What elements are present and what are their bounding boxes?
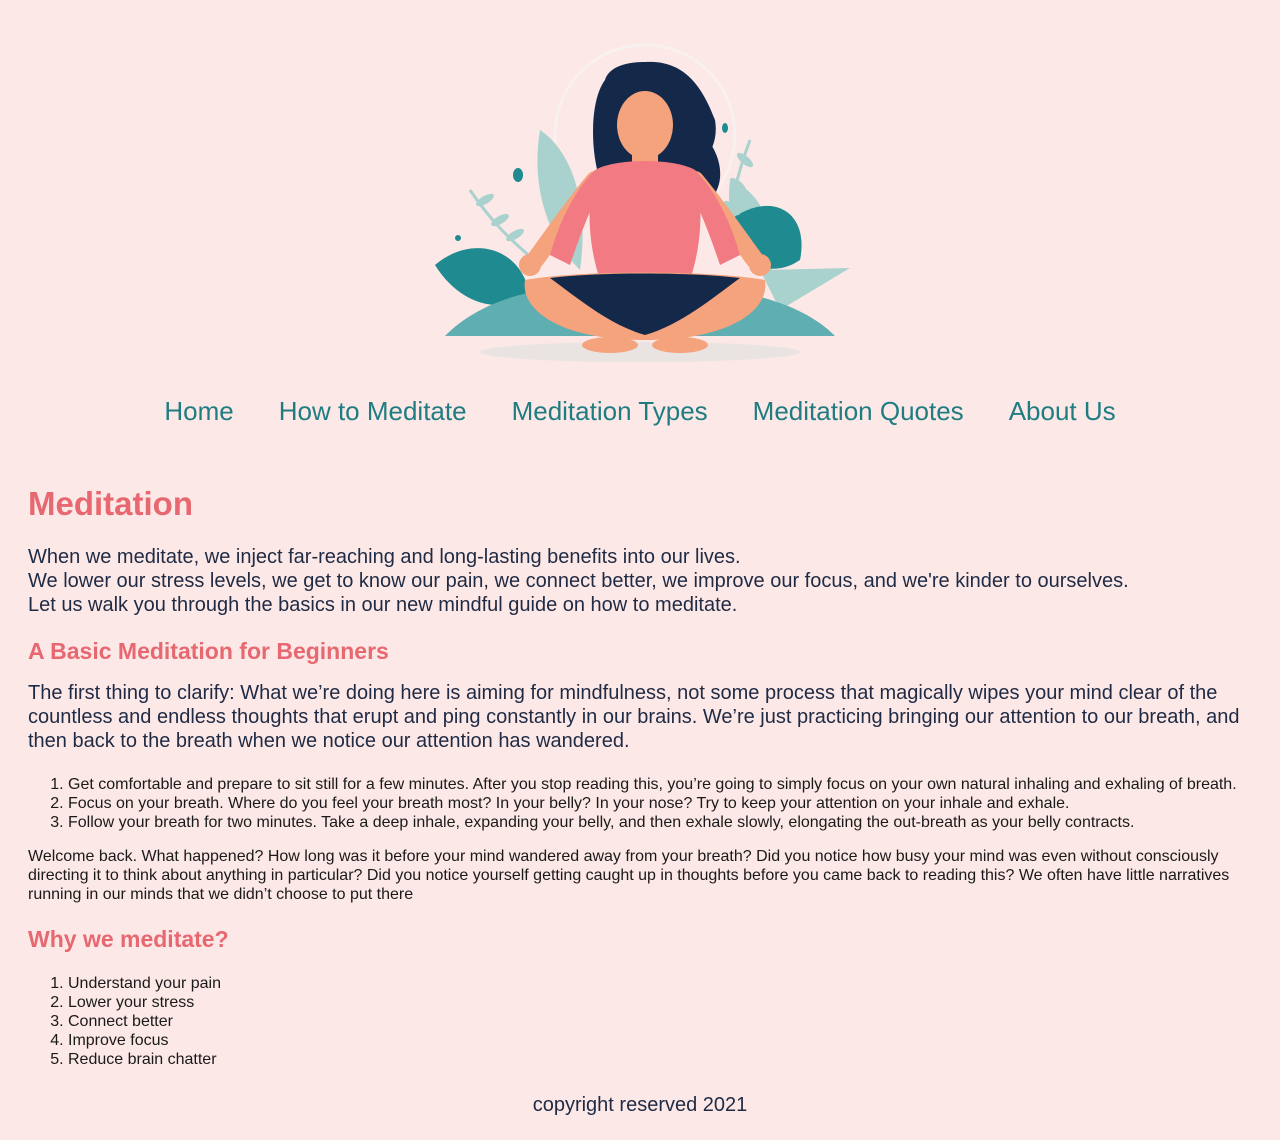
list-item: Lower your stress — [68, 993, 1252, 1012]
reasons-list: Understand your pain Lower your stress C… — [28, 974, 1252, 1069]
intro-line: When we meditate, we inject far-reaching… — [28, 546, 741, 568]
list-item: Get comfortable and prepare to sit still… — [68, 775, 1252, 794]
section-heading-why: Why we meditate? — [28, 926, 229, 952]
meditating-woman-icon — [435, 43, 850, 362]
section-heading-basic: A Basic Meditation for Beginners — [28, 638, 389, 664]
page-title: Meditation — [28, 485, 193, 522]
list-item: Improve focus — [68, 1031, 1252, 1050]
footer-copyright: copyright reserved 2021 — [532, 1094, 748, 1116]
basic-paragraph: The first thing to clarify: What we’re d… — [28, 682, 1240, 752]
intro-line: We lower our stress levels, we get to kn… — [28, 570, 1129, 592]
list-item: Reduce brain chatter — [68, 1050, 1252, 1069]
list-item: Understand your pain — [68, 974, 1252, 993]
main-nav: Home How to Meditate Meditation Types Me… — [0, 394, 1280, 428]
hero-illustration — [430, 40, 850, 370]
welcome-paragraph: Welcome back. What happened? How long wa… — [28, 848, 1230, 903]
list-item: Focus on your breath. Where do you feel … — [68, 794, 1252, 813]
steps-list: Get comfortable and prepare to sit still… — [28, 775, 1252, 832]
nav-item-home[interactable]: Home — [164, 394, 233, 428]
main-content: Meditation When we meditate, we inject f… — [28, 482, 1252, 1069]
intro-line: Let us walk you through the basics in ou… — [28, 594, 738, 616]
nav-item-meditation-types[interactable]: Meditation Types — [512, 394, 708, 428]
list-item: Follow your breath for two minutes. Take… — [68, 813, 1252, 832]
nav-item-how-to-meditate[interactable]: How to Meditate — [279, 394, 467, 428]
intro-text: When we meditate, we inject far-reaching… — [28, 545, 1252, 617]
nav-item-about-us[interactable]: About Us — [1009, 394, 1116, 428]
list-item: Connect better — [68, 1012, 1252, 1031]
nav-item-meditation-quotes[interactable]: Meditation Quotes — [753, 394, 964, 428]
